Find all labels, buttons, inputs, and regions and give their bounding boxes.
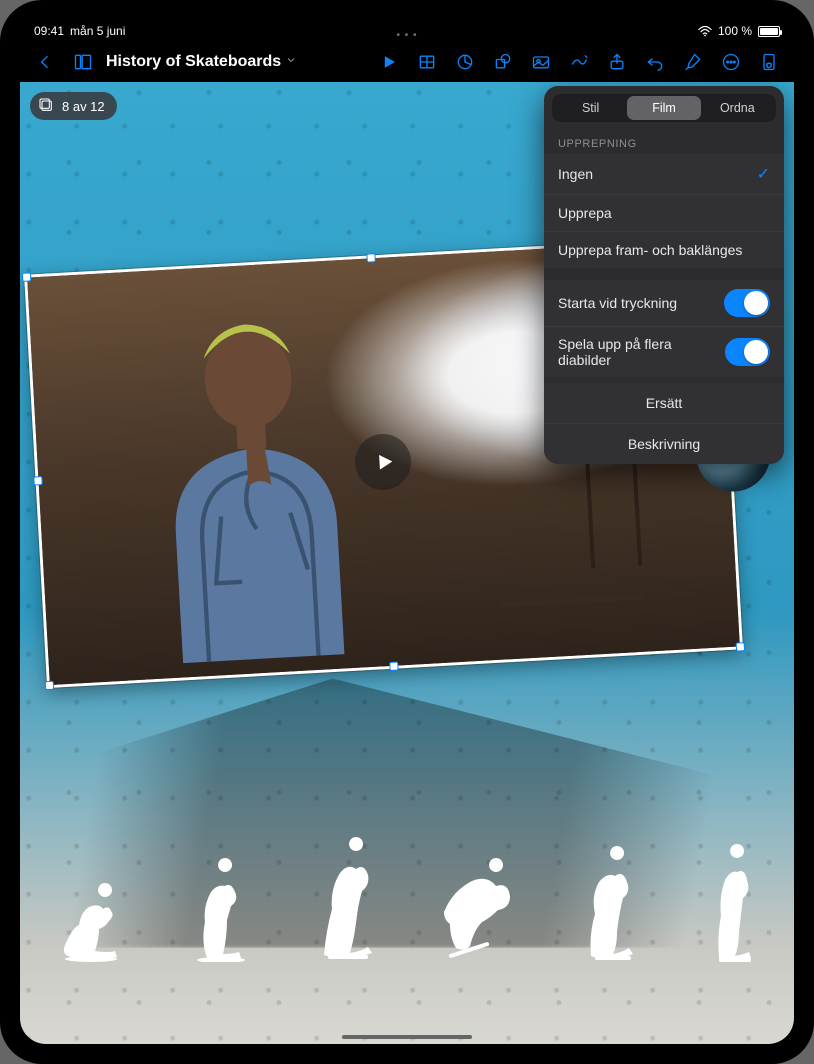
selection-handle[interactable] [390,661,399,670]
share-button[interactable] [600,45,634,79]
selection-handle[interactable] [22,273,31,282]
toggle-start-on-tap[interactable] [724,289,770,317]
wifi-icon [698,26,712,36]
slide-canvas[interactable]: 8 av 12 Stil Film Ordna UPPREPNING Ingen… [20,82,794,1044]
ipad-device-frame: 09:41 mån 5 juni • • • 100 % History of … [0,0,814,1064]
toggle-play-across-slides[interactable] [725,338,770,366]
back-button[interactable] [28,45,62,79]
format-paintbrush-button[interactable] [676,45,710,79]
section-label-repeat: UPPREPNING [544,130,784,154]
slide-counter-pill[interactable]: 8 av 12 [30,92,117,120]
description-button[interactable]: Beskrivning [544,423,784,464]
replace-button[interactable]: Ersätt [544,383,784,423]
toggle-label: Spela upp på flera diabilder [558,336,725,368]
insert-chart-button[interactable] [448,45,482,79]
battery-icon [758,26,780,37]
option-repeat-none[interactable]: Ingen ✓ [544,154,784,194]
document-title-text: History of Skateboards [106,53,281,71]
format-popover: Stil Film Ordna UPPREPNING Ingen ✓ Uppre… [544,86,784,464]
option-repeat-loop[interactable]: Upprepa [544,194,784,231]
multitask-indicator-icon[interactable]: • • • [396,30,417,41]
status-time: 09:41 [34,24,64,38]
chevron-down-icon [285,53,297,71]
insert-shape-button[interactable] [486,45,520,79]
toolbar: History of Skateboards [20,42,794,82]
slide-navigator-button[interactable] [66,45,100,79]
insert-table-button[interactable] [410,45,444,79]
play-presentation-button[interactable] [372,45,406,79]
checkmark-icon: ✓ [757,164,770,184]
slide-counter-text: 8 av 12 [62,99,105,114]
popover-segmented-control: Stil Film Ordna [552,94,776,122]
more-button[interactable] [714,45,748,79]
insert-media-button[interactable] [524,45,558,79]
selection-handle[interactable] [736,642,745,651]
document-options-button[interactable] [752,45,786,79]
battery-percent: 100 % [718,24,752,38]
document-title[interactable]: History of Skateboards [106,53,297,71]
tab-arrange[interactable]: Ordna [701,96,774,120]
insert-drawing-button[interactable] [562,45,596,79]
selection-handle[interactable] [45,681,54,690]
status-bar: 09:41 mån 5 juni • • • 100 % [20,20,794,42]
tab-style[interactable]: Stil [554,96,627,120]
skater-sequence-graphic [51,755,763,967]
selection-handle[interactable] [367,253,376,262]
toggle-row-start-on-tap: Starta vid tryckning [544,280,784,326]
toggle-label: Starta vid tryckning [558,295,677,311]
status-date: mån 5 juni [70,24,125,38]
undo-button[interactable] [638,45,672,79]
selection-handle[interactable] [34,476,43,485]
option-repeat-bounce[interactable]: Upprepa fram- och baklänges [544,231,784,268]
home-indicator[interactable] [342,1035,472,1039]
slides-icon [38,97,54,116]
option-label: Ingen [558,166,593,182]
option-label: Upprepa [558,205,612,221]
toggle-row-play-across-slides: Spela upp på flera diabilder [544,327,784,377]
tab-film[interactable]: Film [627,96,700,120]
option-label: Upprepa fram- och baklänges [558,242,742,258]
screen: 09:41 mån 5 juni • • • 100 % History of … [20,20,794,1044]
